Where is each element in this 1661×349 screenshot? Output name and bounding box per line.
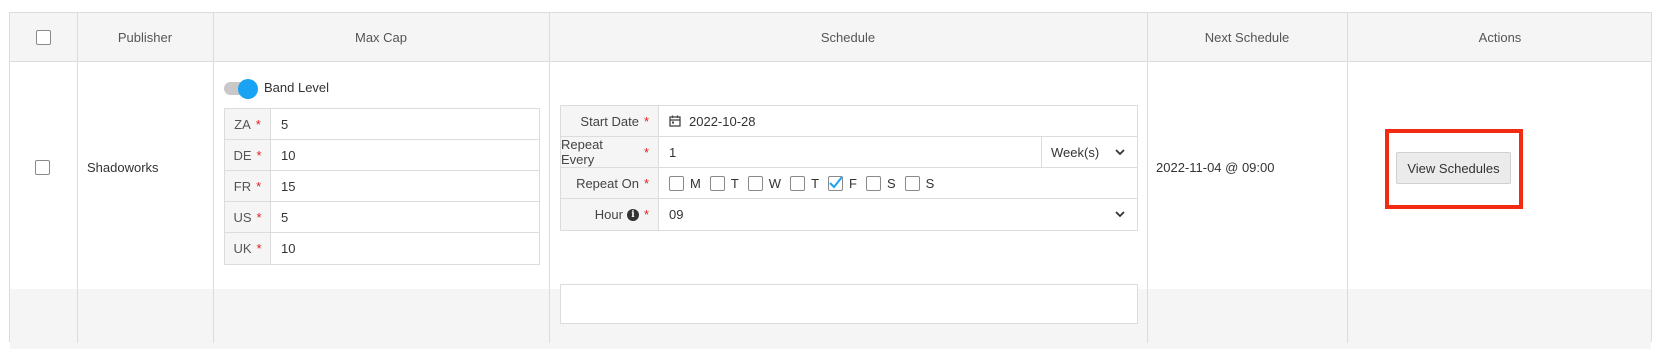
publisher-name: Shadoworks <box>87 160 159 175</box>
day-checkbox[interactable] <box>709 175 725 191</box>
repeat-every-input[interactable]: 1 <box>659 137 1041 167</box>
toggle-knob <box>238 79 258 99</box>
required-marker: * <box>643 207 649 222</box>
chevron-down-icon <box>1115 149 1125 156</box>
repeat-on-label: Repeat On <box>576 175 639 191</box>
repeat-on-days: M T W T F S S <box>659 168 1137 198</box>
day-label: W <box>768 175 782 191</box>
cap-country: ZA * <box>225 109 271 139</box>
header-select-all-cell <box>10 13 77 62</box>
cap-country: DE * <box>225 140 271 170</box>
band-level-toggle[interactable] <box>224 79 258 99</box>
column-divider <box>549 13 550 343</box>
cap-value-input[interactable]: 15 <box>271 171 539 201</box>
hour-row: Hour i * 09 <box>561 199 1137 230</box>
repeat-unit-value: Week(s) <box>1051 144 1100 160</box>
start-date-label-cell: Start Date * <box>561 106 659 136</box>
cap-country: US * <box>225 202 271 232</box>
next-row-schedule-form <box>560 284 1138 324</box>
repeat-on-label-cell: Repeat On * <box>561 168 659 198</box>
repeat-every-row: Repeat Every * 1 Week(s) <box>561 137 1137 168</box>
header-max-cap[interactable]: Max Cap <box>213 13 549 62</box>
required-marker: * <box>256 241 262 256</box>
day-checkbox[interactable] <box>865 175 881 191</box>
day-label: M <box>690 175 701 191</box>
day-checkbox[interactable] <box>904 175 920 191</box>
day-checkbox[interactable] <box>747 175 763 191</box>
repeat-every-label-cell: Repeat Every * <box>561 137 659 167</box>
max-cap-table: ZA * 5 DE * 10 FR * 15 US * 5 UK * 10 <box>224 108 540 265</box>
hour-label: Hour <box>594 207 623 222</box>
calendar-icon <box>669 115 681 127</box>
cap-country: FR * <box>225 171 271 201</box>
hour-value: 09 <box>669 207 684 222</box>
cap-row: US * 5 <box>225 202 539 233</box>
column-divider <box>213 13 214 343</box>
repeat-on-row: Repeat On * M T W T F S S <box>561 168 1137 199</box>
start-date-value: 2022-10-28 <box>689 113 756 129</box>
day-option-tuesday[interactable]: T <box>709 175 739 191</box>
column-divider <box>1347 13 1348 343</box>
chevron-down-icon <box>1115 211 1125 218</box>
cap-value-input[interactable]: 5 <box>271 109 539 139</box>
cap-country-code: FR <box>233 178 252 194</box>
required-marker: * <box>255 116 261 132</box>
start-date-row: Start Date * 2022-10-28 <box>561 106 1137 137</box>
cap-country-code: DE <box>233 147 252 163</box>
hour-label-cell: Hour i * <box>561 199 659 230</box>
cap-country-code: US <box>233 209 252 225</box>
column-divider <box>77 13 78 343</box>
day-option-monday[interactable]: M <box>669 175 701 191</box>
info-icon[interactable]: i <box>626 208 639 221</box>
next-schedule-value: 2022-11-04 @ 09:00 <box>1156 160 1275 175</box>
day-option-saturday[interactable]: S <box>865 175 896 191</box>
day-label: S <box>886 175 896 191</box>
required-marker: * <box>643 144 649 160</box>
cap-country-code: UK <box>233 241 252 256</box>
header-actions: Actions <box>1478 30 1522 45</box>
day-option-wednesday[interactable]: W <box>747 175 782 191</box>
cap-row: UK * 10 <box>225 233 539 264</box>
required-marker: * <box>256 178 262 194</box>
day-option-sunday[interactable]: S <box>904 175 935 191</box>
required-marker: * <box>256 147 262 163</box>
day-option-friday[interactable]: F <box>828 175 857 191</box>
start-date-label: Start Date <box>580 113 639 129</box>
header-schedule[interactable]: Schedule <box>549 13 1147 62</box>
repeat-every-label: Repeat Every <box>561 137 603 167</box>
day-checkbox[interactable] <box>790 175 806 191</box>
header-next-schedule[interactable]: Next Schedule <box>1147 13 1347 62</box>
cap-row: FR * 15 <box>225 171 539 202</box>
cap-row: DE * 10 <box>225 140 539 171</box>
checkmark-icon <box>829 175 843 188</box>
cap-value-input[interactable]: 5 <box>271 202 539 232</box>
repeat-unit-select[interactable]: Week(s) <box>1041 137 1137 167</box>
hour-select[interactable]: 09 <box>659 199 1137 230</box>
cap-row: ZA * 5 <box>225 109 539 140</box>
day-checkbox-checked[interactable] <box>828 175 844 191</box>
required-marker: * <box>256 209 262 225</box>
day-label: T <box>730 175 739 191</box>
day-option-thursday[interactable]: T <box>790 175 820 191</box>
cap-value-input[interactable]: 10 <box>271 233 539 264</box>
day-label: S <box>925 175 935 191</box>
header-publisher[interactable]: Publisher <box>77 13 213 62</box>
row-checkbox[interactable] <box>35 160 50 175</box>
required-marker: * <box>643 175 649 191</box>
start-date-input[interactable]: 2022-10-28 <box>659 106 1137 136</box>
day-checkbox[interactable] <box>669 175 684 191</box>
day-label: T <box>811 175 820 191</box>
required-marker: * <box>643 113 649 129</box>
highlight-box <box>1385 129 1523 209</box>
cap-country-code: ZA <box>234 116 251 132</box>
day-label: F <box>849 175 857 191</box>
column-divider <box>1147 13 1148 343</box>
cap-country: UK * <box>225 233 271 264</box>
band-level-label: Band Level <box>264 80 330 95</box>
cap-value-input[interactable]: 10 <box>271 140 539 170</box>
select-all-checkbox[interactable] <box>36 30 51 45</box>
schedule-form: Start Date * 2022-10-28 Repeat Every * 1 W… <box>560 105 1138 231</box>
